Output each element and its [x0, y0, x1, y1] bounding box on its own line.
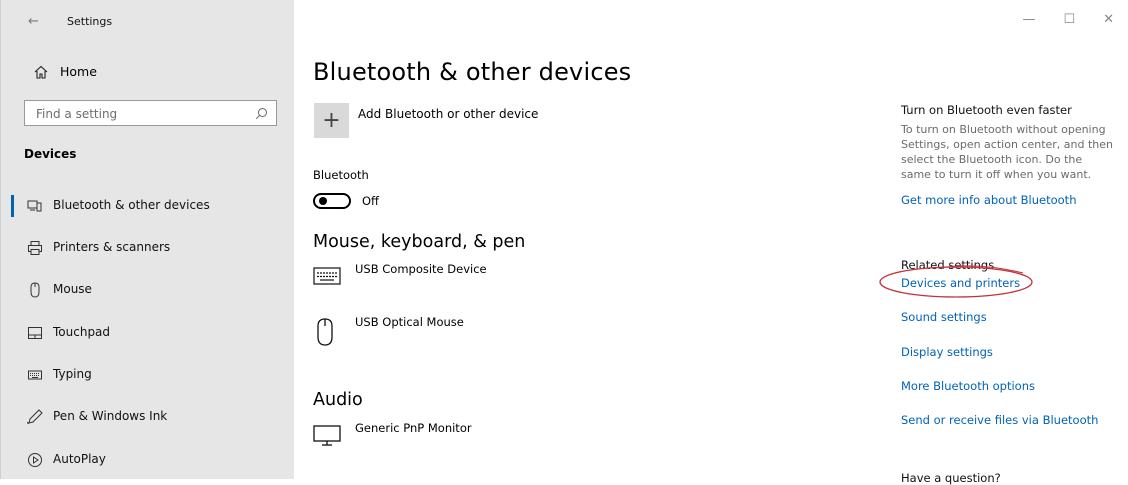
sidebar-item-label: Mouse	[53, 282, 92, 296]
minimize-icon[interactable]: —	[1022, 12, 1035, 27]
bluetooth-label: Bluetooth	[313, 168, 369, 182]
sidebar-item-label: Typing	[53, 367, 92, 381]
send-receive-bluetooth-link[interactable]: Send or receive files via Bluetooth	[901, 413, 1098, 427]
toggle-knob	[319, 197, 327, 205]
device-name: Generic PnP Monitor	[355, 421, 472, 435]
sidebar-item-autoplay[interactable]: AutoPlay	[1, 446, 294, 474]
display-settings-link[interactable]: Display settings	[901, 345, 993, 359]
bluetooth-state: Off	[362, 194, 379, 208]
search-icon	[255, 108, 267, 120]
device-name: USB Composite Device	[355, 262, 487, 276]
sidebar-item-label: Touchpad	[53, 325, 111, 339]
add-device-label[interactable]: Add Bluetooth or other device	[358, 107, 538, 121]
home-label: Home	[60, 64, 97, 79]
autoplay-icon	[28, 453, 42, 467]
audio-section-title: Audio	[313, 390, 363, 410]
sidebar-item-label: Printers & scanners	[53, 240, 171, 254]
sidebar-item-touchpad[interactable]: Touchpad	[1, 319, 294, 347]
sidebar-section-title: Devices	[24, 147, 77, 161]
bluetooth-info-link[interactable]: Get more info about Bluetooth	[901, 193, 1076, 207]
window-controls: — ☐ ✕	[1022, 12, 1114, 27]
have-question-heading: Have a question?	[901, 471, 1001, 485]
sidebar-item-printers[interactable]: Printers & scanners	[1, 234, 294, 262]
sidebar-item-mouse[interactable]: Mouse	[1, 276, 294, 304]
home-icon	[34, 65, 48, 79]
mouse-section-title: Mouse, keyboard, & pen	[313, 232, 526, 252]
sidebar-item-label: Pen & Windows Ink	[53, 409, 168, 423]
close-icon[interactable]: ✕	[1103, 12, 1114, 27]
sidebar: ← Settings Home Find a setting Devices B…	[0, 0, 294, 479]
bluetooth-devices-icon	[27, 200, 42, 212]
printer-icon	[28, 241, 42, 255]
sidebar-item-label: Bluetooth & other devices	[53, 198, 210, 212]
bluetooth-toggle[interactable]	[313, 193, 351, 209]
maximize-icon[interactable]: ☐	[1063, 12, 1075, 27]
sidebar-item-label: AutoPlay	[53, 452, 106, 466]
sidebar-item-bluetooth[interactable]: Bluetooth & other devices	[1, 192, 294, 220]
more-bluetooth-options-link[interactable]: More Bluetooth options	[901, 379, 1035, 393]
home-nav[interactable]: Home	[34, 64, 97, 79]
keyboard-icon	[313, 267, 341, 285]
sound-settings-link[interactable]: Sound settings	[901, 310, 987, 324]
plus-icon: +	[322, 108, 341, 133]
search-placeholder: Find a setting	[36, 107, 118, 121]
mouse-icon	[30, 282, 40, 298]
sidebar-item-typing[interactable]: Typing	[1, 361, 294, 389]
touchpad-icon	[28, 327, 42, 339]
keyboard-icon	[28, 370, 42, 380]
page-title: Bluetooth & other devices	[313, 58, 632, 86]
mouse-icon	[317, 318, 333, 346]
device-name: USB Optical Mouse	[355, 315, 464, 329]
sidebar-item-pen[interactable]: Pen & Windows Ink	[1, 403, 294, 431]
add-device-button[interactable]: +	[314, 103, 349, 138]
tip-text: To turn on Bluetooth without opening Set…	[901, 123, 1114, 181]
back-arrow-icon[interactable]: ←	[28, 14, 39, 29]
search-input[interactable]: Find a setting	[24, 100, 277, 126]
pen-icon	[27, 409, 43, 424]
monitor-icon	[313, 425, 341, 446]
active-indicator	[11, 195, 14, 217]
annotation-ellipse	[879, 265, 1033, 298]
window-title: Settings	[67, 15, 113, 28]
tip-heading: Turn on Bluetooth even faster	[901, 103, 1072, 117]
